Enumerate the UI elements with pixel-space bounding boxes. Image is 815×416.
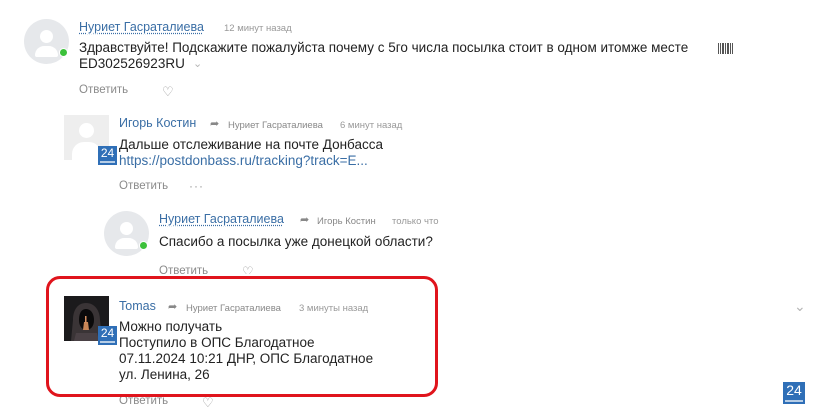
more-dots-icon[interactable]: ··· <box>189 179 204 193</box>
reply-to-name[interactable]: Игорь Костин <box>317 216 376 227</box>
online-status-dot <box>139 241 148 250</box>
comment-time: 6 минут назад <box>340 120 403 131</box>
comment-time: 12 минут назад <box>224 23 292 34</box>
chevron-down-icon[interactable]: ⌄ <box>794 298 806 315</box>
tracking-number: ED302526923RU <box>79 56 185 71</box>
badge-24: 24 <box>98 146 117 165</box>
barcode-icon <box>718 43 733 54</box>
reply-button[interactable]: Ответить <box>159 265 208 274</box>
reply-button[interactable]: Ответить <box>119 180 168 192</box>
chevron-down-icon[interactable]: ⌄ <box>193 57 202 70</box>
heart-icon[interactable]: ♡ <box>242 265 254 274</box>
avatar[interactable] <box>24 19 69 64</box>
comment-text: Дальше отслеживание на почте Донбасса <box>119 137 383 152</box>
reply-arrow-icon: ➦ <box>210 118 220 130</box>
highlight-box <box>46 276 438 397</box>
reply-to-name[interactable]: Нуриет Гасраталиева <box>228 120 323 131</box>
comment-text: Спасибо а посылка уже донецкой области? <box>159 234 433 249</box>
tracking-link[interactable]: https://postdonbass.ru/tracking?track=E.… <box>119 153 368 169</box>
comment-author[interactable]: Нуриет Гасраталиева <box>79 20 204 34</box>
comment-author[interactable]: Нуриет Гасраталиева <box>159 212 284 226</box>
heart-icon[interactable]: ♡ <box>202 396 214 409</box>
reply-button[interactable]: Ответить <box>79 84 128 96</box>
comment-time: только что <box>392 216 439 227</box>
online-status-dot <box>59 48 68 57</box>
comment-author[interactable]: Игорь Костин <box>119 116 196 130</box>
reply-arrow-icon: ➦ <box>300 214 310 226</box>
heart-icon[interactable]: ♡ <box>162 85 174 98</box>
comment-text: Здравствуйте! Подскажите пожалуйста поче… <box>79 40 689 55</box>
badge-24-corner[interactable]: 24 <box>783 382 805 404</box>
